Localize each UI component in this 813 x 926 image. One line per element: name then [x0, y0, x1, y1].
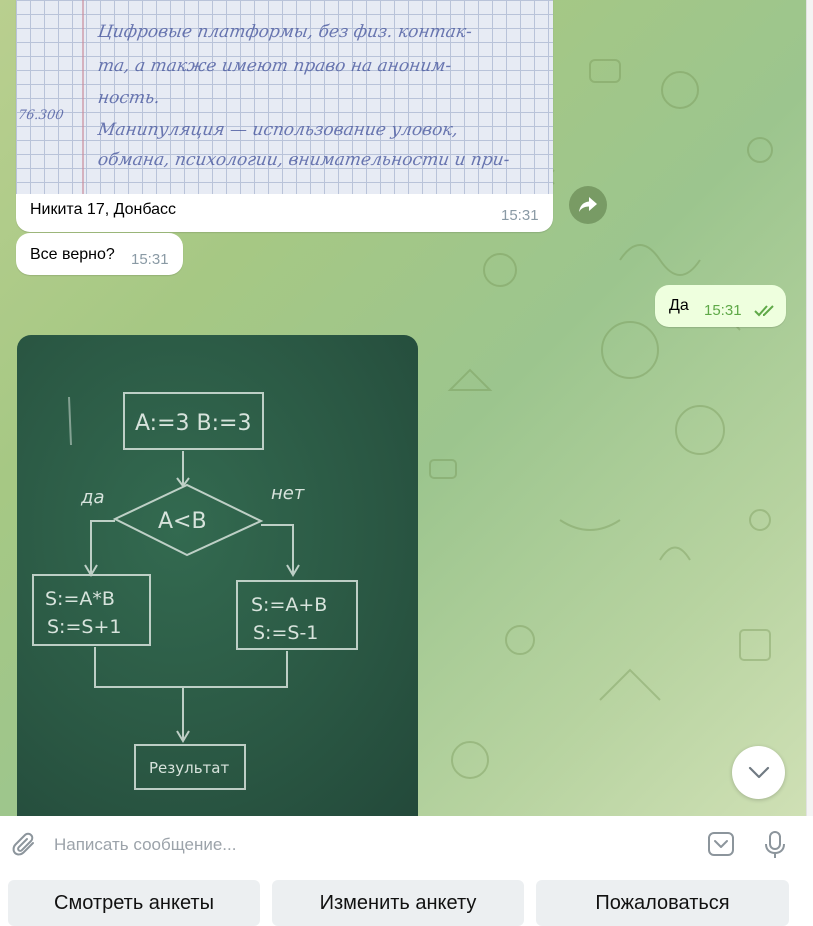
- question-time: 15:31: [131, 251, 169, 268]
- yes-label: да: [80, 487, 104, 508]
- notebook-photo[interactable]: Цифровые платформы, без физ. контак- та,…: [16, 0, 553, 194]
- double-check-icon: [754, 305, 774, 317]
- reply-time: 15:31: [704, 302, 742, 319]
- edit-profile-button[interactable]: Изменить анкету: [272, 880, 524, 926]
- result-block-text: Результат: [149, 759, 229, 777]
- yes-block-line1: S:=A*B: [45, 588, 115, 610]
- message-composer: [0, 816, 806, 872]
- notebook-line: та, а также имеют право на аноним-: [96, 56, 453, 76]
- no-block-line1: S:=A+B: [251, 594, 327, 616]
- report-button[interactable]: Пожаловаться: [536, 880, 789, 926]
- notebook-line: Манипуляция — использование уловок,: [96, 120, 460, 140]
- view-profiles-button[interactable]: Смотреть анкеты: [8, 880, 260, 926]
- microphone-icon: [765, 831, 785, 858]
- init-block-text: A:=3 B:=3: [135, 411, 251, 436]
- attach-button[interactable]: [8, 830, 42, 860]
- bot-keyboard: Смотреть анкеты Изменить анкету Пожалова…: [0, 872, 813, 926]
- notebook-margin-line: [82, 0, 84, 194]
- yes-block-line2: S:=S+1: [47, 616, 121, 638]
- chat-area: Цифровые платформы, без физ. контак- та,…: [0, 0, 806, 816]
- scrollbar-track[interactable]: [806, 0, 813, 816]
- chevron-down-icon: [748, 766, 769, 778]
- photo-caption-time: 15:31: [501, 207, 539, 224]
- sticker-button[interactable]: [704, 828, 738, 860]
- message-input[interactable]: [52, 824, 676, 866]
- reply-text: Да: [669, 297, 689, 314]
- share-icon: [579, 197, 597, 212]
- no-label: нет: [271, 483, 305, 504]
- scroll-down-button[interactable]: [732, 746, 785, 799]
- notebook-line: обмана, психологии, внимательности и при…: [96, 150, 511, 170]
- no-block-line2: S:=S-1: [253, 622, 318, 644]
- sticker-icon: [708, 832, 734, 856]
- photo-caption: Никита 17, Донбасс: [30, 201, 177, 218]
- flowchart-drawing: A:=3 B:=3 A<B да нет S:=A*B S:=S+1 S:=A+…: [32, 392, 358, 790]
- paperclip-icon: [12, 832, 34, 856]
- chalkboard-photo[interactable]: A:=3 B:=3 A<B да нет S:=A*B S:=S+1 S:=A+…: [17, 335, 418, 816]
- question-text: Все верно?: [30, 246, 115, 263]
- notebook-margin-note: 76.300: [16, 108, 65, 123]
- share-button[interactable]: [569, 186, 607, 224]
- condition-text: A<B: [158, 509, 207, 534]
- notebook-line: Цифровые платформы, без физ. контак-: [96, 22, 474, 42]
- notebook-line: ность.: [96, 88, 162, 108]
- voice-button[interactable]: [760, 828, 790, 862]
